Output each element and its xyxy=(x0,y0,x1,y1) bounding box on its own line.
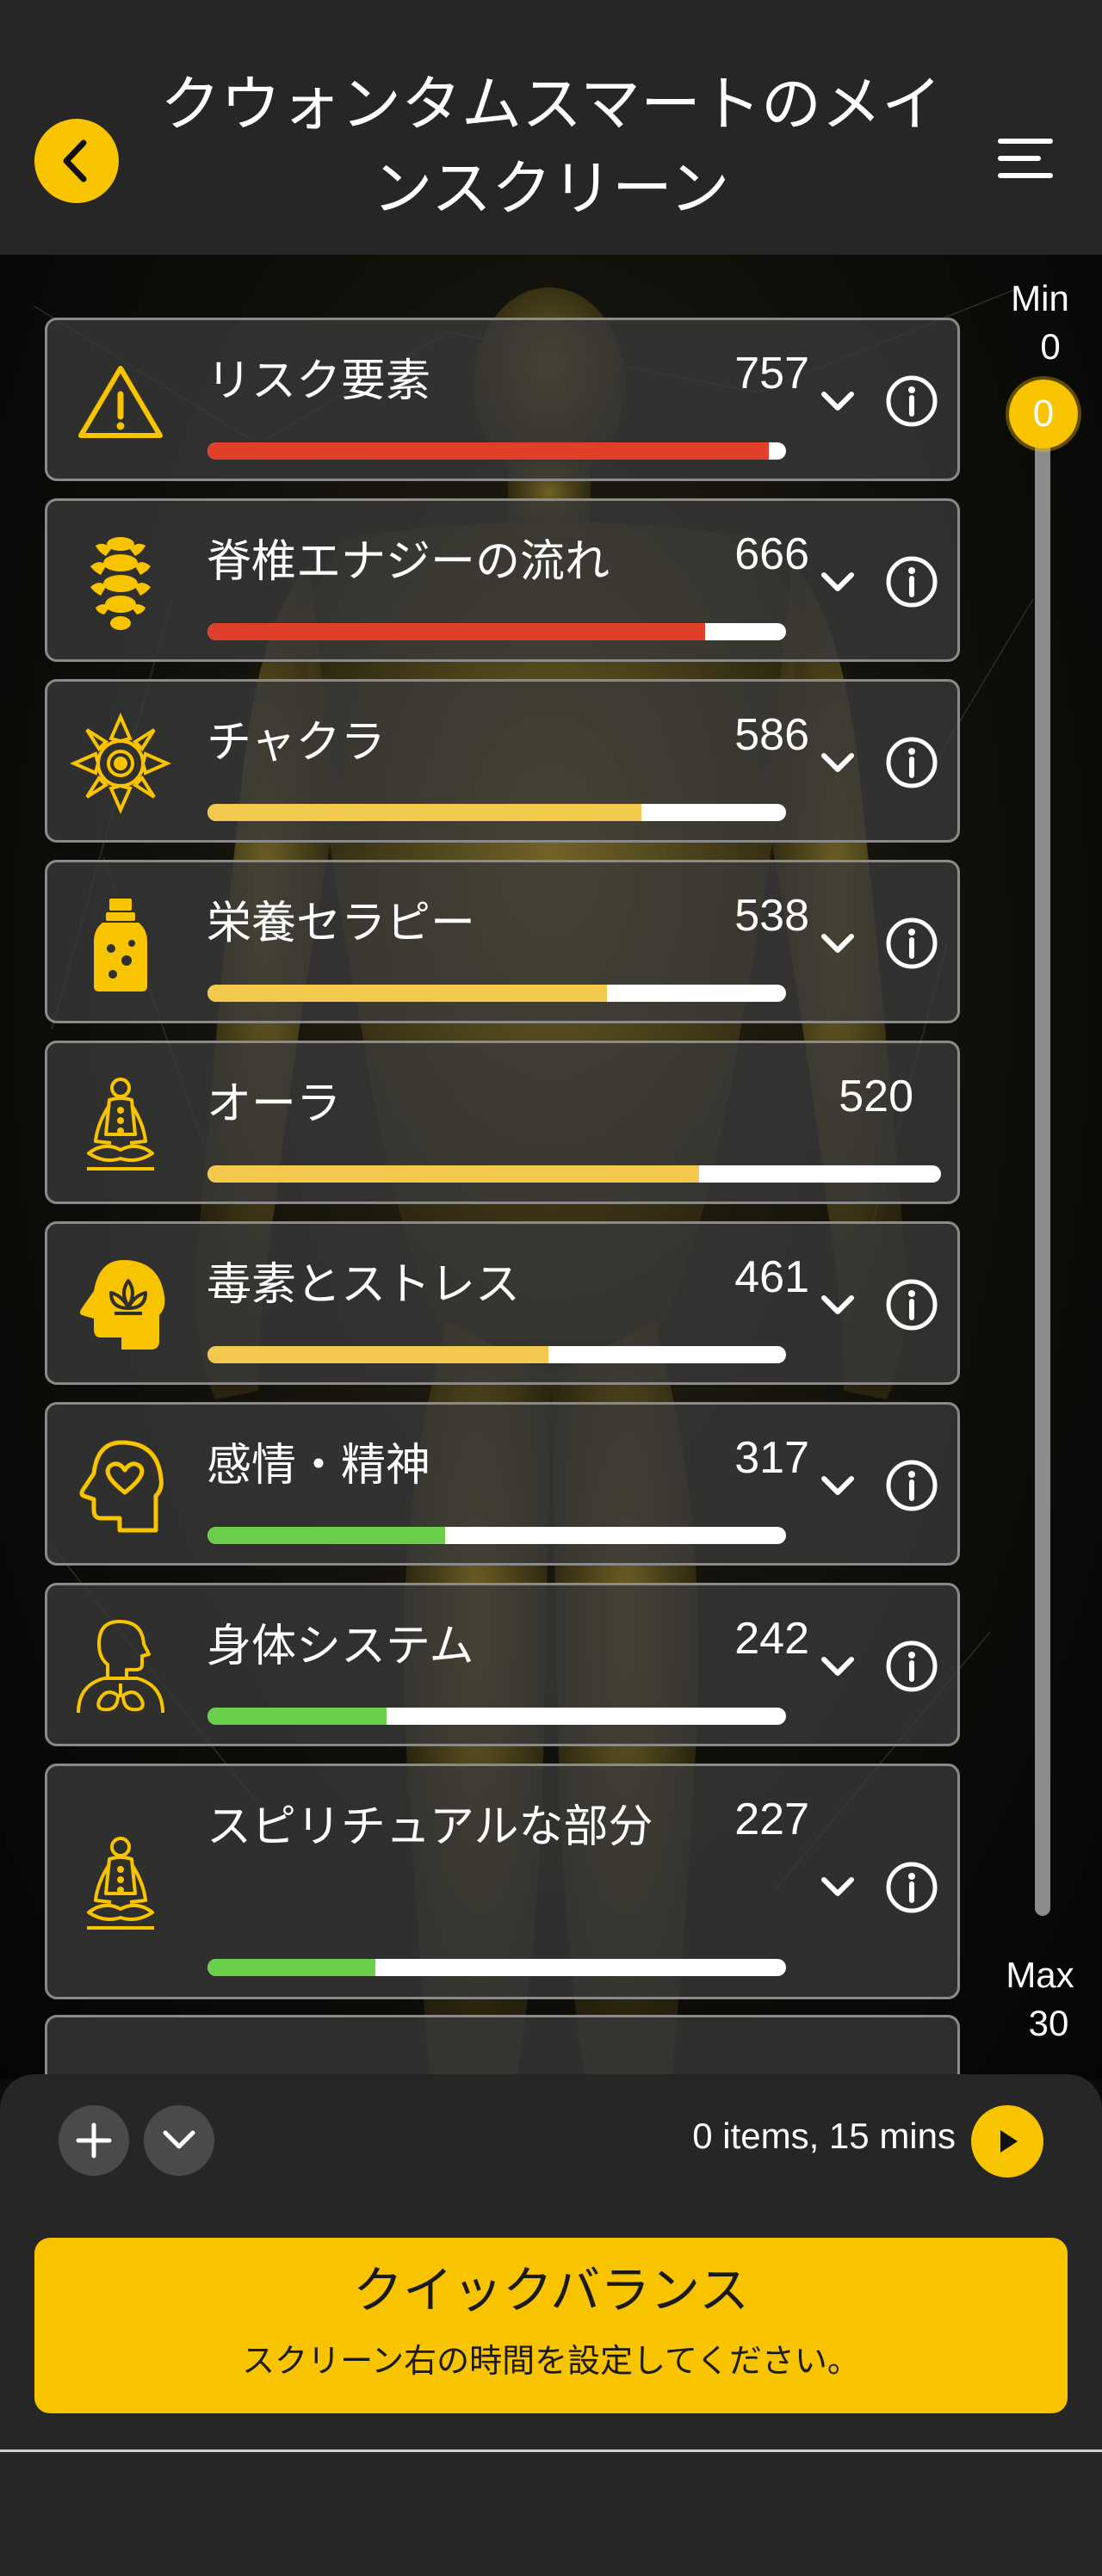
play-button[interactable] xyxy=(971,2105,1043,2178)
category-score: 227 xyxy=(734,1795,809,1844)
slider-max-value: 30 xyxy=(1028,2003,1069,2043)
category-score: 317 xyxy=(734,1433,809,1483)
category-label: スピリチュアルな部分 xyxy=(207,1801,653,1853)
score-bar-fill xyxy=(207,623,705,640)
score-bar-fill xyxy=(207,1708,387,1725)
info-icon[interactable] xyxy=(885,1861,938,1914)
score-bar-fill xyxy=(207,1527,445,1544)
score-bar-fill xyxy=(207,1165,699,1183)
info-icon[interactable] xyxy=(885,374,938,428)
info-icon[interactable] xyxy=(885,555,938,608)
category-score: 538 xyxy=(734,891,809,941)
head-heart-icon xyxy=(79,1440,164,1533)
category-score: 242 xyxy=(734,1614,809,1664)
score-bar-fill xyxy=(207,442,769,460)
category-label: 身体システム xyxy=(207,1621,474,1672)
head-lotus-icon xyxy=(80,1260,165,1350)
category-card-toxins[interactable]: 毒素とストレス 461 xyxy=(45,1221,960,1385)
score-bar xyxy=(207,442,786,460)
chevron-down-icon xyxy=(163,2130,195,2149)
chevron-down-icon[interactable] xyxy=(819,751,857,776)
slider-min-label: Min xyxy=(1011,278,1069,318)
score-bar xyxy=(207,1527,786,1544)
category-card-nutrition[interactable]: 栄養セラピー 538 xyxy=(45,860,960,1023)
chevron-down-icon[interactable] xyxy=(819,570,857,596)
score-bar xyxy=(207,1959,786,1976)
meditation-figure-icon xyxy=(87,1837,154,1930)
category-score: 586 xyxy=(734,710,809,760)
category-card-emotion[interactable]: 感情・精神 317 xyxy=(45,1402,960,1566)
warning-icon xyxy=(78,366,163,438)
info-icon[interactable] xyxy=(885,1278,938,1331)
slider-min-value: 0 xyxy=(1040,326,1061,367)
quick-balance-title: クイックバランス xyxy=(353,2261,749,2320)
category-card-spiritual[interactable]: スピリチュアルな部分 227 xyxy=(45,1764,960,1999)
app-header: クウォンタムスマートのメインスクリーン xyxy=(0,0,1102,255)
category-label: 栄養セラピー xyxy=(207,898,476,949)
category-card-aura[interactable]: オーラ 520 xyxy=(45,1041,960,1204)
score-bar xyxy=(207,1346,786,1363)
expand-button[interactable] xyxy=(144,2105,214,2176)
chevron-down-icon[interactable] xyxy=(819,1473,857,1499)
chevron-down-icon[interactable] xyxy=(819,1293,857,1319)
score-bar-fill xyxy=(207,985,607,1002)
queue-summary: 0 items, 15 mins xyxy=(692,2116,956,2156)
score-bar-fill xyxy=(207,804,641,821)
score-bar-fill xyxy=(207,1346,549,1363)
slider-max-label: Max xyxy=(1006,1955,1074,1995)
play-icon xyxy=(1000,2130,1018,2153)
info-icon[interactable] xyxy=(885,1459,938,1512)
score-bar xyxy=(207,804,786,821)
mandala-icon xyxy=(70,713,171,814)
info-icon[interactable] xyxy=(885,917,938,970)
score-bar-fill xyxy=(207,1959,375,1976)
spine-icon xyxy=(90,537,151,630)
back-button[interactable] xyxy=(34,119,119,203)
chevron-left-icon xyxy=(63,139,87,182)
category-card-risk[interactable]: リスク要素 757 xyxy=(45,318,960,481)
score-bar xyxy=(207,985,786,1002)
category-card-body-systems[interactable]: 身体システム 242 xyxy=(45,1583,960,1746)
info-icon[interactable] xyxy=(885,736,938,789)
category-label: リスク要素 xyxy=(207,355,431,407)
chevron-down-icon[interactable] xyxy=(819,389,857,415)
plus-icon xyxy=(76,2122,112,2159)
footer-bar xyxy=(0,2449,1102,2576)
category-label: オーラ xyxy=(207,1078,342,1130)
category-score: 666 xyxy=(734,529,809,579)
score-bar xyxy=(207,623,786,640)
category-score: 461 xyxy=(734,1252,809,1302)
chevron-down-icon[interactable] xyxy=(819,931,857,957)
chevron-down-icon[interactable] xyxy=(819,1654,857,1680)
time-slider-thumb[interactable]: 0 xyxy=(1009,380,1078,448)
category-label: 脊椎エナジーの流れ xyxy=(207,536,610,588)
quick-balance-button[interactable]: クイックバランス スクリーン右の時間を設定してください。 xyxy=(34,2238,1068,2413)
supplement-bottle-icon xyxy=(94,899,147,991)
hamburger-menu-icon[interactable] xyxy=(997,136,1054,181)
body-lungs-icon xyxy=(77,1620,164,1714)
category-card-chakra[interactable]: チャクラ 586 xyxy=(45,679,960,843)
time-slider-track[interactable] xyxy=(1035,422,1050,1916)
add-button[interactable] xyxy=(59,2105,129,2176)
category-score: 520 xyxy=(839,1072,913,1121)
category-label: 毒素とストレス xyxy=(207,1259,521,1311)
meditation-figure-icon xyxy=(87,1078,154,1171)
slider-current-value: 0 xyxy=(1032,392,1055,435)
category-score: 757 xyxy=(734,349,809,398)
category-card-spine[interactable]: 脊椎エナジーの流れ 666 xyxy=(45,498,960,662)
quick-balance-subtitle: スクリーン右の時間を設定してください。 xyxy=(242,2342,860,2380)
info-icon[interactable] xyxy=(885,1640,938,1693)
category-card-partial[interactable] xyxy=(45,2015,960,2075)
category-label: 感情・精神 xyxy=(207,1440,431,1492)
score-bar xyxy=(207,1708,786,1725)
page-title: クウォンタムスマートのメインスクリーン xyxy=(160,69,942,224)
score-bar xyxy=(207,1165,941,1183)
category-label: チャクラ xyxy=(207,717,386,769)
chevron-down-icon[interactable] xyxy=(819,1875,857,1900)
